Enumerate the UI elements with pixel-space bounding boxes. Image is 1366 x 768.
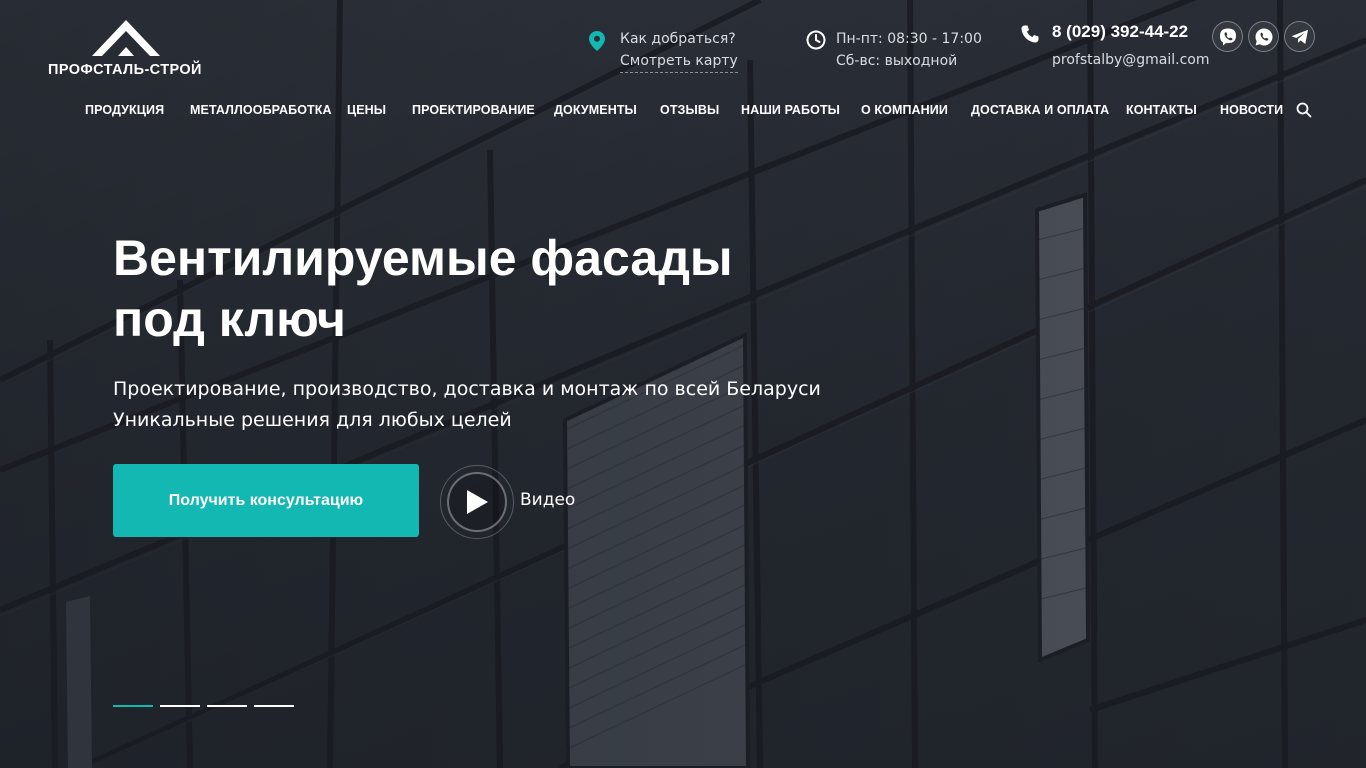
whatsapp-icon	[1255, 28, 1272, 45]
weekend-hours: Сб-вс: выходной	[836, 53, 958, 69]
video-play-circle	[447, 472, 507, 532]
nav-item-prices[interactable]: ЦЕНЫ	[347, 100, 386, 120]
nav-item-news[interactable]: НОВОСТИ	[1220, 100, 1283, 120]
slider-dot-1[interactable]	[113, 705, 153, 707]
play-icon	[467, 490, 488, 514]
search-icon	[1296, 102, 1312, 118]
nav-item-products[interactable]: ПРОДУКЦИЯ	[85, 100, 164, 120]
hero-subtitle: Проектирование, производство, доставка и…	[113, 374, 833, 436]
map-pin-icon	[589, 31, 605, 51]
nav-item-metalworking[interactable]: МЕТАЛЛООБРАБОТКА	[190, 100, 332, 120]
clock-icon	[806, 30, 826, 50]
roof-house-icon	[92, 20, 160, 56]
phone-number[interactable]: 8 (029) 392-44-22	[1052, 22, 1188, 42]
hero-subtitle-line-1: Проектирование, производство, доставка и…	[113, 378, 821, 400]
logo-text: ПРОФСТАЛЬ-СТРОЙ	[48, 62, 202, 78]
nav-item-documents[interactable]: ДОКУМЕНТЫ	[554, 100, 637, 120]
main-nav: ПРОДУКЦИЯ МЕТАЛЛООБРАБОТКА ЦЕНЫ ПРОЕКТИР…	[85, 100, 1315, 122]
weekday-hours: Пн-пт: 08:30 - 17:00	[836, 31, 982, 47]
get-consultation-button[interactable]: Получить консультацию	[113, 464, 419, 537]
telegram-button[interactable]	[1284, 21, 1315, 52]
search-button[interactable]	[1296, 102, 1312, 122]
whatsapp-button[interactable]	[1248, 21, 1279, 52]
phone-icon	[1021, 25, 1039, 43]
view-map-link[interactable]: Смотреть карту	[620, 50, 738, 73]
email-link[interactable]: profstalby@gmail.com	[1052, 52, 1210, 68]
nav-item-design[interactable]: ПРОЕКТИРОВАНИЕ	[412, 100, 535, 120]
viber-button[interactable]	[1212, 21, 1243, 52]
video-button[interactable]: Видео	[440, 465, 580, 539]
nav-item-delivery[interactable]: ДОСТАВКА И ОПЛАТА	[971, 100, 1109, 120]
slider-dot-3[interactable]	[207, 705, 247, 707]
hero-title: Вентилируемые фасады под ключ	[113, 230, 733, 347]
hero-subtitle-line-2: Уникальные решения для любых целей	[113, 409, 512, 431]
slider-dot-2[interactable]	[160, 705, 200, 707]
telegram-icon	[1291, 29, 1308, 44]
nav-item-reviews[interactable]: ОТЗЫВЫ	[660, 100, 719, 120]
nav-item-contacts[interactable]: КОНТАКТЫ	[1126, 100, 1197, 120]
nav-item-our-works[interactable]: НАШИ РАБОТЫ	[741, 100, 840, 120]
slider-dot-4[interactable]	[254, 705, 294, 707]
address-question: Как добраться?	[620, 31, 736, 47]
logo[interactable]: ПРОФСТАЛЬ-СТРОЙ	[48, 18, 204, 80]
video-label: Видео	[520, 490, 576, 510]
viber-icon	[1219, 28, 1236, 45]
nav-item-about[interactable]: О КОМПАНИИ	[861, 100, 948, 120]
